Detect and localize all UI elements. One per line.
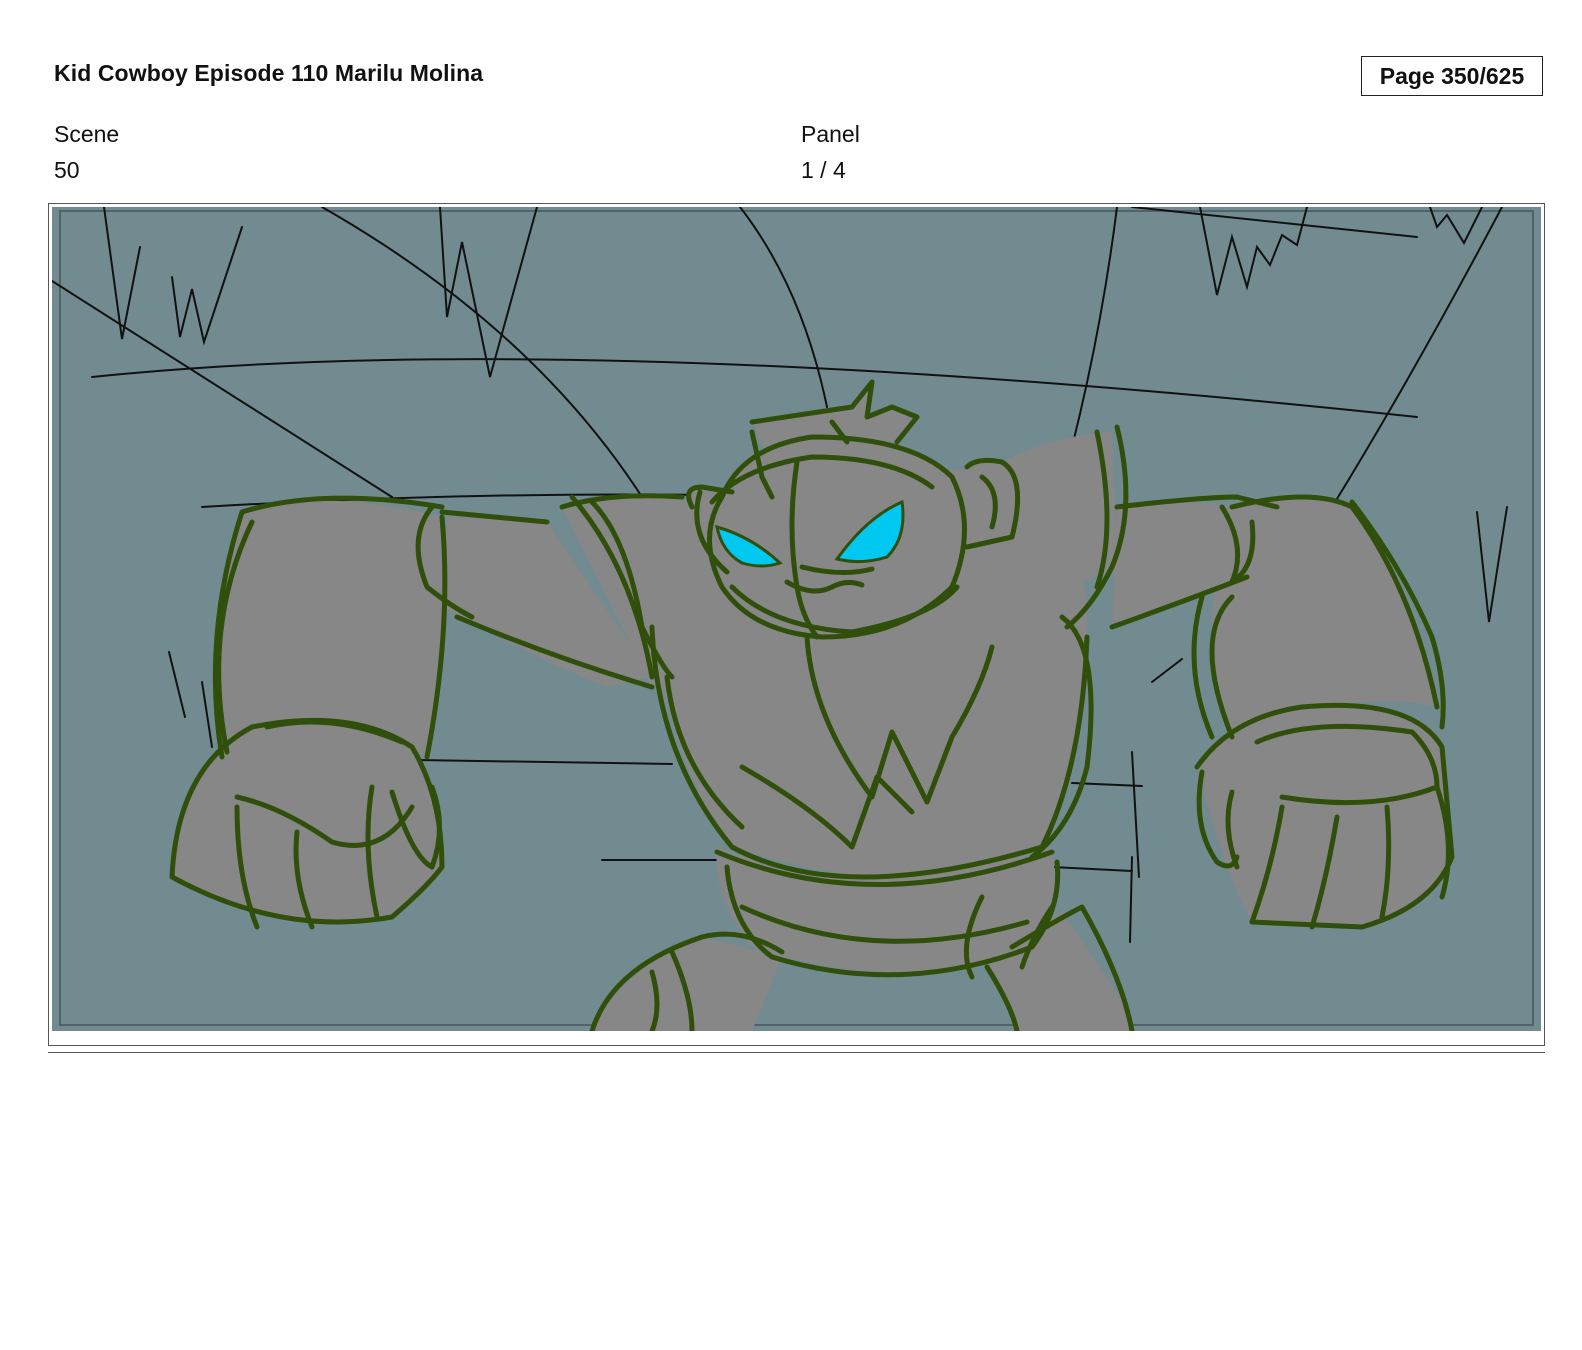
- panel-bottom-rule: [48, 1052, 1545, 1053]
- panel-number: 1 / 4: [801, 157, 846, 183]
- document-title: Kid Cowboy Episode 110 Marilu Molina: [54, 60, 484, 86]
- storyboard-panel-frame: [48, 203, 1545, 1046]
- panel-label: Panel: [801, 121, 860, 147]
- robot-sketch-drawing: [52, 207, 1534, 1031]
- scene-label: Scene: [54, 121, 120, 147]
- page-counter: Page 350/625: [1361, 56, 1543, 96]
- scene-number: 50: [54, 157, 80, 183]
- storyboard-panel-artwork: [52, 207, 1541, 1031]
